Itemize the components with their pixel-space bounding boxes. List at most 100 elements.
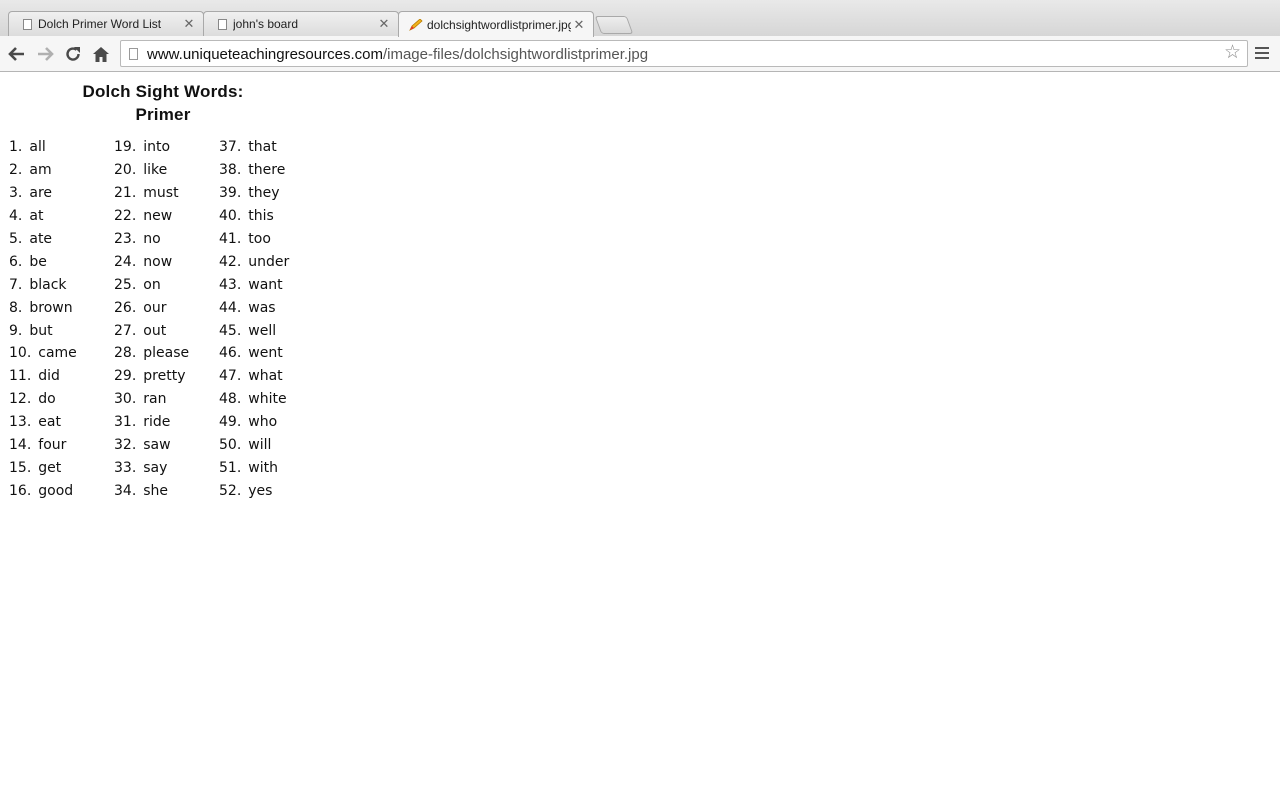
- word-list-item: 21. must: [114, 182, 189, 205]
- close-icon[interactable]: ✕: [376, 16, 392, 32]
- word-list-item: 46. went: [219, 342, 289, 365]
- word-list-item: 52. yes: [219, 480, 289, 503]
- word-list-item: 10. came: [9, 342, 77, 365]
- word-number: 6.: [9, 253, 23, 270]
- word-list-item: 16. good: [9, 480, 77, 503]
- tab-johns-board[interactable]: john's board ✕: [203, 11, 399, 36]
- sight-word: all: [29, 139, 46, 155]
- tab-title: Dolch Primer Word List: [38, 17, 162, 31]
- word-number: 44.: [219, 299, 242, 316]
- sight-word: came: [38, 345, 77, 362]
- sight-word: our: [143, 299, 167, 316]
- word-number: 39.: [219, 184, 242, 201]
- home-button[interactable]: [90, 43, 112, 65]
- word-number: 42.: [219, 253, 242, 270]
- toolbar: www.uniqueteachingresources.com/image-fi…: [0, 36, 1280, 72]
- word-list-item: 9. but: [9, 320, 77, 343]
- word-number: 45.: [219, 322, 242, 339]
- word-list-item: 43. want: [219, 274, 289, 297]
- forward-arrow-icon: [38, 47, 54, 61]
- bookmark-star-icon[interactable]: ☆: [1224, 43, 1241, 63]
- word-number: 9.: [9, 322, 23, 339]
- word-number: 29.: [114, 368, 137, 385]
- word-number: 1.: [9, 139, 23, 155]
- word-list-item: 8. brown: [9, 297, 77, 320]
- word-list-item: 7. black: [9, 274, 77, 297]
- forward-button[interactable]: [34, 43, 56, 65]
- word-number: 20.: [114, 161, 137, 178]
- sight-word: say: [143, 460, 168, 477]
- tab-title: dolchsightwordlistprimer.jpg: [427, 17, 571, 32]
- word-number: 33.: [114, 460, 137, 477]
- word-list-item: 28. please: [114, 342, 189, 365]
- sight-word: did: [38, 368, 60, 385]
- word-list-item: 47. what: [219, 365, 289, 388]
- word-number: 25.: [114, 276, 137, 293]
- sight-word: ate: [29, 230, 53, 247]
- word-column-2: 19. into 20. like 21. must 22. new 23. no 24. now 25…: [114, 136, 189, 503]
- word-number: 27.: [114, 322, 137, 339]
- page-icon: [129, 48, 138, 60]
- word-list-item: 34. she: [114, 480, 189, 503]
- word-list-item: 3. are: [9, 182, 77, 205]
- back-button[interactable]: [6, 43, 28, 65]
- word-list-item: 31. ride: [114, 411, 189, 434]
- word-list-item: 19. into: [114, 136, 189, 159]
- sight-word: this: [248, 207, 274, 224]
- word-number: 40.: [219, 207, 242, 224]
- page-icon: [218, 18, 227, 30]
- word-number: 43.: [219, 276, 242, 293]
- sight-word: who: [248, 414, 278, 431]
- word-number: 51.: [219, 460, 242, 477]
- word-list-item: 42. under: [219, 251, 289, 274]
- word-number: 37.: [219, 139, 242, 155]
- new-tab-button[interactable]: [594, 16, 634, 34]
- word-number: 31.: [114, 414, 137, 431]
- word-list-item: 20. like: [114, 159, 189, 182]
- sight-word: with: [248, 460, 278, 477]
- word-number: 12.: [9, 391, 32, 408]
- sight-word: what: [248, 368, 283, 385]
- tab-dolch-primer-word-list[interactable]: Dolch Primer Word List ✕: [8, 11, 204, 36]
- word-list-item: 22. new: [114, 205, 189, 228]
- sight-word: will: [248, 437, 272, 454]
- word-number: 24.: [114, 253, 137, 270]
- tab-dolchsightwordlistprimer[interactable]: dolchsightwordlistprimer.jpg ✕: [398, 11, 594, 37]
- sight-word: ran: [143, 391, 167, 408]
- reload-button[interactable]: [62, 43, 84, 65]
- word-list-item: 14. four: [9, 434, 77, 457]
- url-text[interactable]: www.uniqueteachingresources.com/image-fi…: [147, 46, 648, 63]
- sight-word: was: [248, 299, 276, 316]
- title-line-1: Dolch Sight Words:: [82, 82, 244, 101]
- word-list-item: 32. saw: [114, 434, 189, 457]
- sight-word: black: [29, 276, 67, 293]
- sight-word: brown: [29, 299, 73, 316]
- sight-word: into: [143, 139, 171, 155]
- back-arrow-icon: [8, 47, 24, 61]
- word-list-item: 6. be: [9, 251, 77, 274]
- pencil-icon: [409, 18, 423, 31]
- close-icon[interactable]: ✕: [571, 17, 587, 33]
- menu-icon[interactable]: [1255, 47, 1269, 61]
- sight-word: well: [248, 322, 277, 339]
- word-list-item: 23. no: [114, 228, 189, 251]
- word-number: 52.: [219, 483, 242, 500]
- word-list-item: 50. will: [219, 434, 289, 457]
- word-number: 49.: [219, 414, 242, 431]
- title-line-2: Primer: [135, 105, 191, 124]
- word-list-item: 45. well: [219, 320, 289, 343]
- sight-word: yes: [248, 483, 273, 500]
- word-number: 21.: [114, 184, 137, 201]
- sight-word: like: [143, 161, 168, 178]
- word-number: 16.: [9, 483, 32, 500]
- word-list-item: 38. there: [219, 159, 289, 182]
- address-bar[interactable]: www.uniqueteachingresources.com/image-fi…: [120, 40, 1248, 67]
- word-list-item: 24. now: [114, 251, 189, 274]
- word-list-item: 26. our: [114, 297, 189, 320]
- word-number: 7.: [9, 276, 23, 293]
- close-icon[interactable]: ✕: [181, 16, 197, 32]
- sight-word: do: [38, 391, 56, 408]
- sight-word: under: [248, 253, 290, 270]
- word-number: 50.: [219, 437, 242, 454]
- word-list-item: 44. was: [219, 297, 289, 320]
